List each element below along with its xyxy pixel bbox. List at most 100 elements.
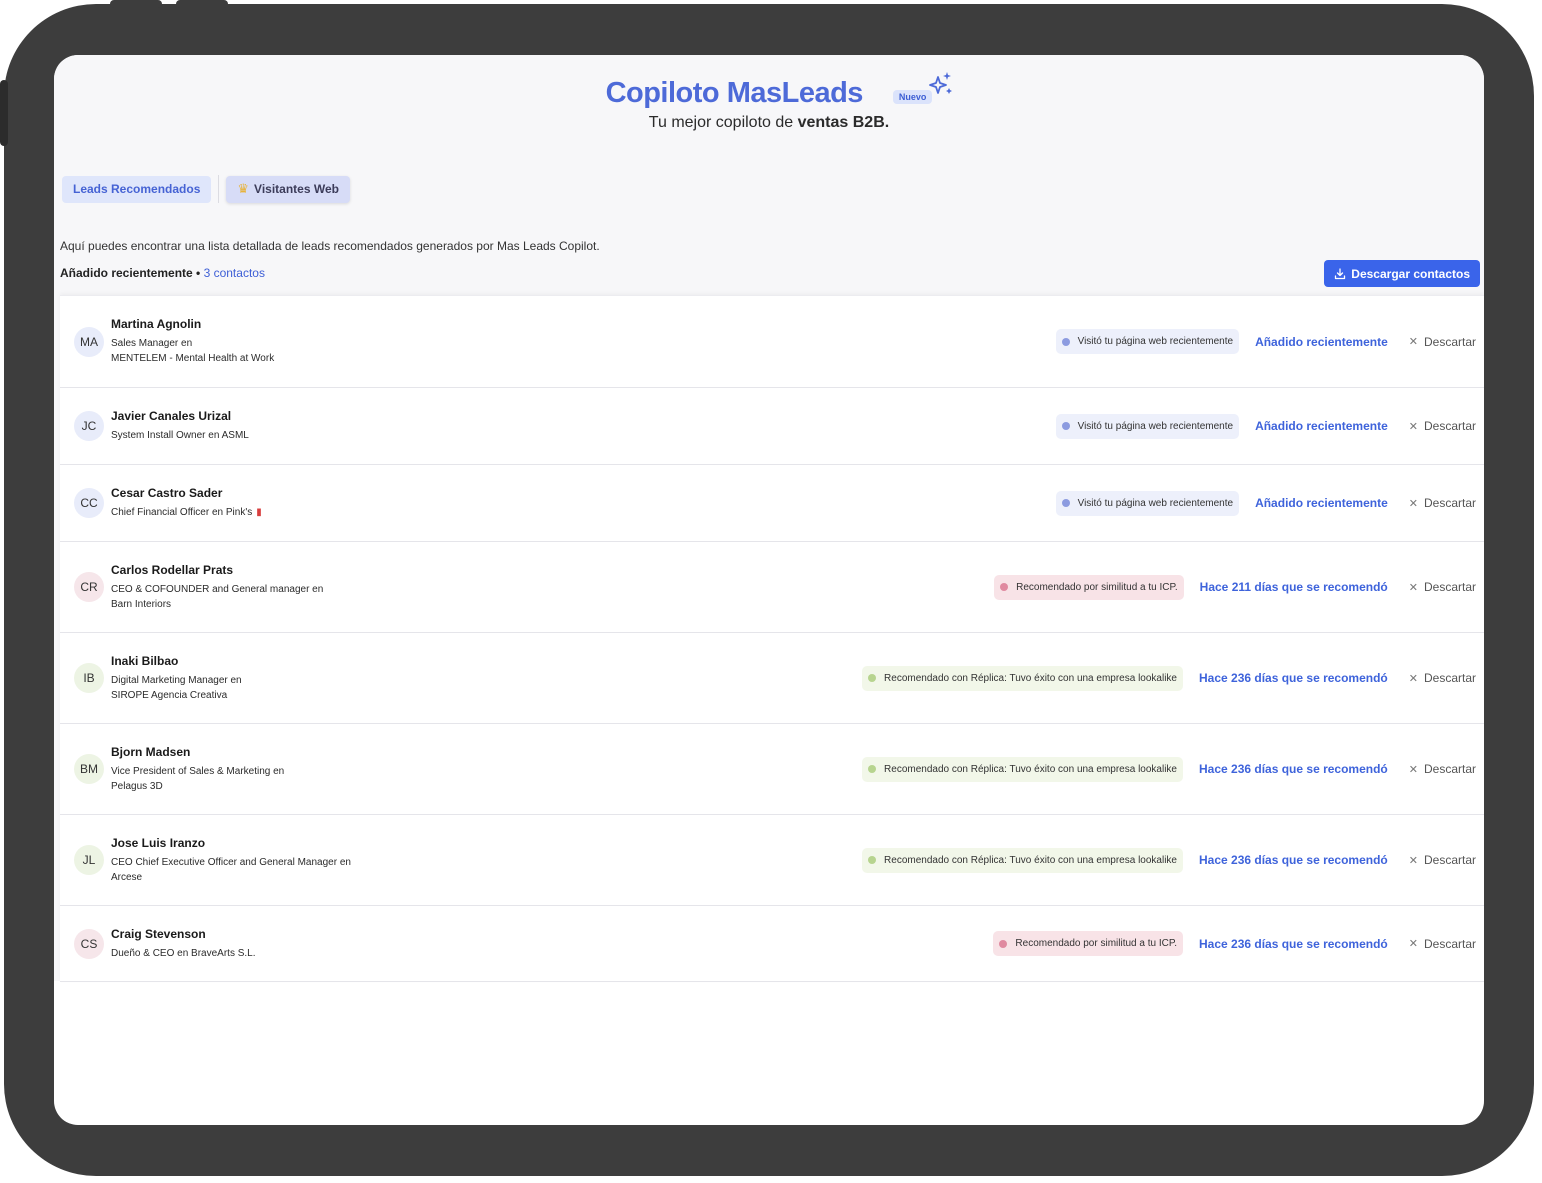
avatar: JL <box>74 845 104 875</box>
recent-label: Añadido recientemente • <box>60 266 201 280</box>
lead-name: Cesar Castro Sader <box>111 486 223 500</box>
download-label: Descargar contactos <box>1351 266 1470 281</box>
discard-button[interactable]: ✕ Descartar <box>1409 937 1476 951</box>
lead-company: Arcese <box>111 871 143 883</box>
lead-row[interactable]: CR Carlos Rodellar Prats CEO & COFOUNDER… <box>60 542 1484 633</box>
lead-company: Barn Interiors <box>111 598 172 610</box>
lead-actions: Visitó tu página web recientemente Añadi… <box>1055 490 1476 516</box>
status-link[interactable]: Hace 236 días que se recomendó <box>1199 853 1388 867</box>
dot-icon <box>1061 337 1070 346</box>
reason-badge: Visitó tu página web recientemente <box>1055 490 1240 516</box>
dot-icon <box>868 765 877 773</box>
status-link[interactable]: Hace 211 días que se recomendó <box>1200 580 1388 594</box>
lead-name: Martina Agnolin <box>111 317 202 331</box>
reason-text: Recomendado con Réplica: Tuvo éxito con … <box>884 854 1177 866</box>
lead-role: Vice President of Sales & Marketing en <box>111 765 285 777</box>
lead-name: Inaki Bilbao <box>111 653 179 668</box>
lead-info: Bjorn Madsen Vice President of Sales & M… <box>111 745 284 794</box>
lead-info: Inaki Bilbao Digital Marketing Manager e… <box>111 654 242 703</box>
dot-icon <box>1061 422 1070 430</box>
lead-actions: Visitó tu página web recientemente Añadi… <box>1055 413 1476 439</box>
discard-label: Descartar <box>1423 334 1476 349</box>
reason-text: Recomendado con Réplica: Tuvo éxito con … <box>884 672 1177 684</box>
lead-row[interactable]: MA Martina Agnolin Sales Manager en MENT… <box>60 296 1484 388</box>
lead-role: System Install Owner en ASML <box>111 430 249 441</box>
tagline-prefix: Tu mejor copiloto de <box>648 114 798 131</box>
lead-row[interactable]: IB Inaki Bilbao Digital Marketing Manage… <box>60 633 1484 724</box>
status-link[interactable]: Añadido recientemente <box>1255 419 1388 433</box>
flag-icon: ▮ <box>256 507 262 518</box>
avatar-initials: CS <box>80 936 98 951</box>
avatar-initials: CR <box>80 580 98 594</box>
close-icon: ✕ <box>1408 336 1418 348</box>
avatar: MA <box>74 326 104 357</box>
lead-name: Javier Canales Urizal <box>111 409 232 423</box>
brand-row: Copiloto MasLeads Nuevo <box>605 72 953 110</box>
status-link[interactable]: Añadido recientemente <box>1255 496 1388 510</box>
avatar-initials: JC <box>81 419 97 433</box>
discard-button[interactable]: ✕ Descartar <box>1409 335 1476 349</box>
status-link[interactable]: Hace 236 días que se recomendó <box>1199 671 1388 685</box>
lead-info: Martina Agnolin Sales Manager en MENTELE… <box>111 317 274 366</box>
avatar-initials: JL <box>82 853 96 867</box>
discard-button[interactable]: ✕ Descartar <box>1409 580 1476 594</box>
dot-icon <box>868 856 877 864</box>
discard-label: Descartar <box>1423 580 1476 594</box>
contacts-count[interactable]: 3 contactos <box>204 266 265 280</box>
reason-badge: Recomendado por similitud a tu ICP. <box>993 931 1183 956</box>
avatar-initials: MA <box>80 334 98 349</box>
lead-row[interactable]: CS Craig Stevenson Dueño & CEO en BraveA… <box>60 906 1484 982</box>
app: Copiloto MasLeads Nuevo Tu mejor copilot… <box>54 55 1484 982</box>
lead-actions: Recomendado con Réplica: Tuvo éxito con … <box>862 756 1476 782</box>
avatar: CC <box>74 488 104 518</box>
crown-icon: ♛ <box>237 181 250 196</box>
close-icon: ✕ <box>1408 854 1418 867</box>
tab-leads-recomendados[interactable]: Leads Recomendados <box>62 175 212 203</box>
lead-role: CEO Chief Executive Officer and General … <box>111 856 351 868</box>
download-contacts-button[interactable]: Descargar contactos <box>1324 260 1480 287</box>
status-link[interactable]: Añadido recientemente <box>1255 335 1388 349</box>
lead-row[interactable]: JL Jose Luis Iranzo CEO Chief Executive … <box>60 815 1484 906</box>
discard-button[interactable]: ✕ Descartar <box>1409 853 1476 867</box>
discard-label: Descartar <box>1423 853 1476 867</box>
lead-info: Cesar Castro Sader Chief Financial Offic… <box>111 486 262 520</box>
status-link[interactable]: Hace 236 días que se recomendó <box>1199 937 1388 951</box>
discard-button[interactable]: ✕ Descartar <box>1409 671 1476 685</box>
avatar: IB <box>74 663 104 693</box>
reason-text: Visitó tu página web recientemente <box>1077 420 1234 432</box>
lead-role: Digital Marketing Manager en <box>111 674 242 686</box>
lead-actions: Recomendado con Réplica: Tuvo éxito con … <box>862 847 1476 873</box>
lead-row[interactable]: JC Javier Canales Urizal System Install … <box>60 388 1484 465</box>
reason-text: Visitó tu página web recientemente <box>1077 497 1234 509</box>
tab-visitantes-web[interactable]: ♛ Visitantes Web <box>226 175 350 203</box>
discard-button[interactable]: ✕ Descartar <box>1409 419 1476 433</box>
discard-label: Descartar <box>1423 419 1476 433</box>
brand-title: Copiloto MasLeads <box>605 77 864 109</box>
reason-text: Recomendado por similitud a tu ICP. <box>1015 938 1177 949</box>
lead-info: Craig Stevenson Dueño & CEO en BraveArts… <box>111 927 256 961</box>
discard-button[interactable]: ✕ Descartar <box>1409 496 1476 510</box>
lead-company: SIROPE Agencia Creativa <box>111 689 228 701</box>
lead-role: CEO & COFOUNDER and General manager en <box>111 583 324 595</box>
discard-label: Descartar <box>1423 762 1476 776</box>
avatar: CR <box>74 572 104 602</box>
close-icon: ✕ <box>1408 581 1418 594</box>
reason-badge: Recomendado con Réplica: Tuvo éxito con … <box>862 756 1183 782</box>
lead-row[interactable]: BM Bjorn Madsen Vice President of Sales … <box>60 724 1484 815</box>
tagline: Tu mejor copiloto de ventas B2B. <box>54 114 1484 132</box>
tab-bar: Leads Recomendados ♛ Visitantes Web <box>62 175 350 203</box>
dot-icon <box>868 674 877 682</box>
tagline-bold: ventas B2B. <box>797 114 890 131</box>
tab-label: Leads Recomendados <box>73 182 201 196</box>
avatar-initials: BM <box>80 762 98 776</box>
lead-actions: Visitó tu página web recientemente Añadi… <box>1055 329 1476 354</box>
close-icon: ✕ <box>1408 763 1418 776</box>
lead-row[interactable]: CC Cesar Castro Sader Chief Financial Of… <box>60 465 1484 542</box>
status-link[interactable]: Hace 236 días que se recomendó <box>1199 762 1388 776</box>
lead-name: Bjorn Madsen <box>111 744 191 759</box>
lead-company: MENTELEM - Mental Health at Work <box>111 353 275 364</box>
discard-button[interactable]: ✕ Descartar <box>1409 762 1476 776</box>
lead-name: Jose Luis Iranzo <box>111 835 206 850</box>
lead-info: Jose Luis Iranzo CEO Chief Executive Off… <box>111 836 351 885</box>
dot-icon <box>1000 583 1009 591</box>
